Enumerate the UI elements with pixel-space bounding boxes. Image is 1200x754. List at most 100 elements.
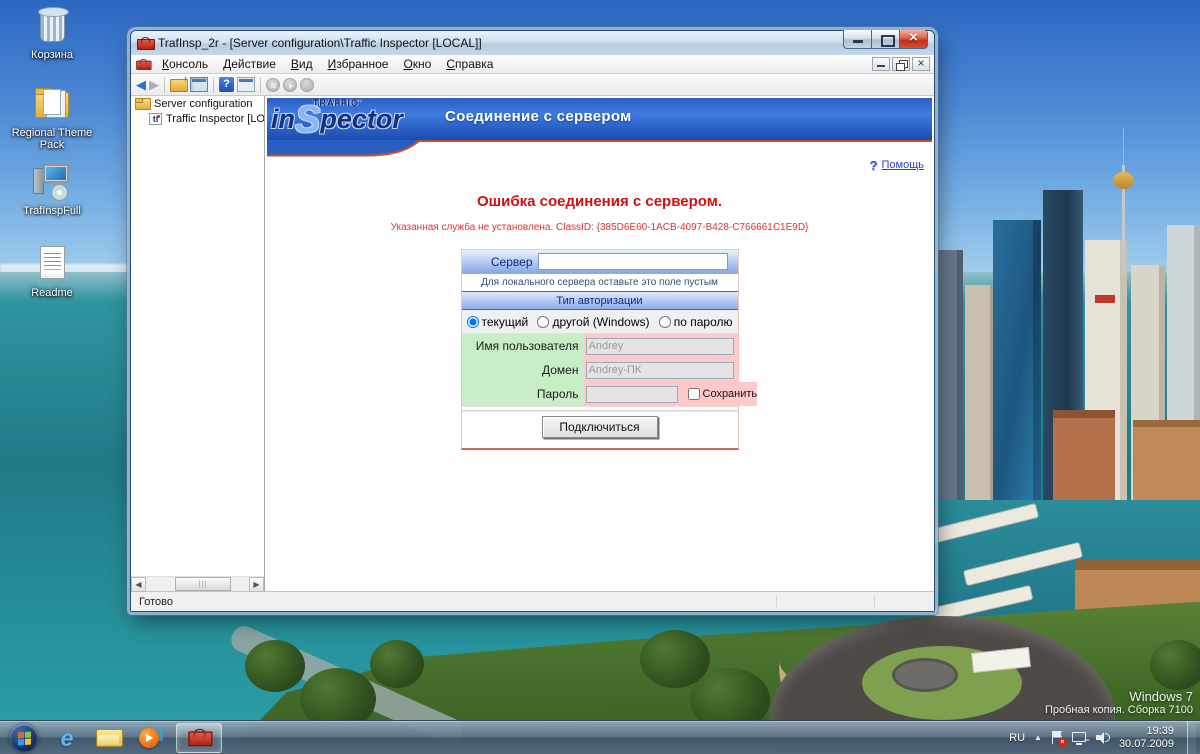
radio-label: другой (Windows) <box>552 314 650 329</box>
page-title: Соединение с сервером <box>445 108 632 125</box>
explorer-folder-icon <box>96 728 123 748</box>
server-row: Сервер <box>461 250 738 274</box>
up-one-level-icon[interactable] <box>170 74 188 92</box>
desktop-icon-trafinspfull[interactable]: TrafInspFull <box>2 162 102 217</box>
help-icon[interactable]: ? <box>219 77 234 92</box>
close-button[interactable] <box>899 29 928 49</box>
action-center-icon[interactable]: × <box>1051 730 1067 747</box>
menu-window[interactable]: Окно <box>396 56 438 73</box>
mdi-restore-button[interactable] <box>892 57 910 71</box>
recycle-bin-icon <box>38 7 69 42</box>
taskbar-internet-explorer[interactable]: e <box>50 724 84 752</box>
wallpaper-tree <box>245 640 305 692</box>
help-row: ? Помощь <box>265 157 934 173</box>
server-input[interactable] <box>537 253 728 270</box>
banner-swoosh <box>267 140 932 157</box>
volume-icon[interactable] <box>1095 731 1110 744</box>
radio-other-input[interactable] <box>537 315 550 328</box>
save-checkbox-group[interactable]: Сохранить <box>687 388 758 400</box>
desktop-icon-regional-theme-pack[interactable]: Regional Theme Pack <box>2 84 102 151</box>
toolbar-separator <box>213 76 214 93</box>
save-label: Сохранить <box>702 388 758 400</box>
password-label: Пароль <box>461 382 584 406</box>
domain-row: Домен <box>461 358 738 382</box>
connect-button[interactable]: Подключиться <box>541 416 658 438</box>
mdi-minimize-button[interactable] <box>872 57 890 71</box>
radio-label: по паролю <box>673 314 733 329</box>
password-input[interactable] <box>585 385 678 403</box>
radio-current-input[interactable] <box>466 315 479 328</box>
help-link[interactable]: Помощь <box>882 159 925 171</box>
tree-item-traffic-inspector[interactable]: ti Traffic Inspector [LO <box>131 111 264 126</box>
server-label: Сервер <box>490 254 533 269</box>
minimize-button[interactable] <box>843 30 872 49</box>
status-cell <box>776 594 874 609</box>
radio-password-input[interactable] <box>658 315 671 328</box>
menu-action[interactable]: Действие <box>216 56 283 73</box>
service-pause-icon[interactable] <box>300 77 314 92</box>
wallpaper-roof-disc <box>892 658 958 692</box>
scroll-right-icon[interactable]: ▶ <box>249 577 264 592</box>
mdi-system-icon[interactable] <box>136 58 152 70</box>
watermark-line2: Пробная копия. Сборка 7100 <box>1044 704 1193 716</box>
network-icon[interactable] <box>1071 731 1087 745</box>
tray-clock[interactable]: 19:39 30.07.2009 <box>1119 725 1178 751</box>
radio-by-password[interactable]: по паролю <box>658 314 733 329</box>
tree-horizontal-scrollbar[interactable]: ◀ ▶ <box>131 576 264 592</box>
toolbar-separator <box>260 76 261 93</box>
connect-row: Подключиться <box>461 406 738 448</box>
toolbar-separator <box>164 76 165 93</box>
tree-item-server-configuration[interactable]: Server configuration <box>131 96 264 111</box>
folder-icon <box>135 98 151 110</box>
help-question-icon: ? <box>869 157 878 173</box>
back-icon[interactable]: ◀ <box>136 77 146 93</box>
wallpaper-tree <box>370 640 424 688</box>
taskbar-explorer[interactable] <box>92 724 126 752</box>
scrollbar-thumb[interactable] <box>174 577 231 591</box>
username-row: Имя пользователя <box>461 334 738 358</box>
page-banner: TRAFFICʼ inSpector Соединение с сервером <box>267 98 932 140</box>
language-indicator[interactable]: RU <box>1009 732 1025 744</box>
document-icon <box>40 246 65 279</box>
domain-label: Домен <box>461 358 584 382</box>
window-titlebar[interactable]: TrafInsp_2r - [Server configuration\Traf… <box>131 29 934 55</box>
desktop-icon-label: Regional Theme Pack <box>11 127 93 151</box>
tray-date: 30.07.2009 <box>1118 737 1174 750</box>
console-tree-icon[interactable] <box>190 77 208 92</box>
desktop-icon-label: TrafInspFull <box>23 205 81 217</box>
taskbar: e RU ▲ × 19:39 30.07.2009 <box>0 720 1200 754</box>
menu-help[interactable]: Справка <box>439 56 500 73</box>
taskbar-media-player[interactable] <box>134 724 168 752</box>
auth-type-header: Тип авторизации <box>461 291 738 310</box>
service-start-icon[interactable] <box>283 77 297 92</box>
menu-console[interactable]: Консоль <box>155 56 215 73</box>
system-tray: RU ▲ × 19:39 30.07.2009 <box>1009 721 1200 754</box>
radio-other-windows[interactable]: другой (Windows) <box>537 315 649 329</box>
taskbar-trafinsp-active[interactable] <box>176 722 222 753</box>
username-input[interactable] <box>585 337 734 355</box>
error-title: Ошибка соединения с сервером. <box>477 193 722 210</box>
desktop-icon-readme[interactable]: Readme <box>2 244 102 299</box>
maximize-button[interactable] <box>871 30 900 49</box>
radio-current[interactable]: текущий <box>466 314 529 329</box>
folder-icon <box>35 88 69 118</box>
radio-label: текущий <box>481 314 529 329</box>
mdi-close-button[interactable] <box>912 56 930 71</box>
forward-icon[interactable]: ▶ <box>149 77 159 93</box>
domain-input[interactable] <box>585 361 734 379</box>
username-label: Имя пользователя <box>461 334 584 358</box>
service-stop-icon[interactable] <box>266 77 280 92</box>
scrollbar-track[interactable] <box>146 577 249 591</box>
status-bar: Готово <box>131 591 934 611</box>
tree-item-label: Server configuration <box>154 98 253 110</box>
desktop-icon-recycle-bin[interactable]: Корзина <box>2 6 102 61</box>
show-desktop-button[interactable] <box>1187 721 1196 754</box>
scroll-left-icon[interactable]: ◀ <box>131 577 146 592</box>
tray-expand-icon[interactable]: ▲ <box>1034 733 1042 742</box>
save-checkbox[interactable] <box>687 388 700 400</box>
menu-view[interactable]: Вид <box>284 56 320 73</box>
password-row: Пароль Сохранить <box>461 382 758 406</box>
properties-window-icon[interactable] <box>237 77 255 92</box>
start-button[interactable] <box>10 723 38 752</box>
menu-favorites[interactable]: Избранное <box>321 56 396 73</box>
